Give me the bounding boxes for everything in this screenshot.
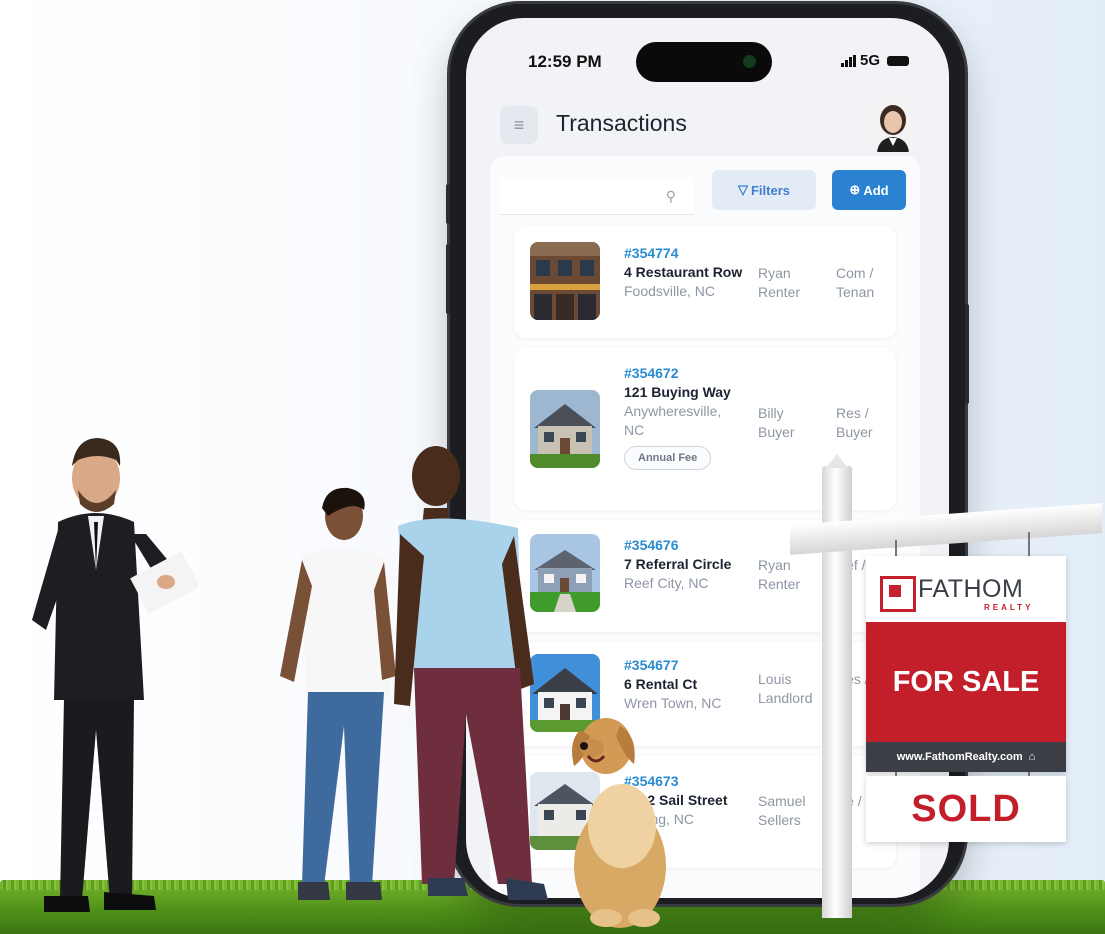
- sign-brand-name: FATHOM: [918, 575, 1024, 603]
- dog-figure: [572, 718, 666, 928]
- transaction-city: Foodsville, NC: [624, 283, 716, 299]
- dynamic-island: [636, 42, 772, 82]
- page-title: Transactions: [556, 110, 687, 136]
- search-icon: ⚲: [665, 188, 676, 204]
- search-input[interactable]: ⚲: [500, 178, 694, 215]
- transaction-street: 4 Restaurant Row: [624, 264, 743, 280]
- network-label: 5G: [859, 52, 880, 69]
- plus-circle-icon: ⊕: [849, 182, 861, 197]
- transaction-id[interactable]: #354677: [624, 656, 744, 675]
- user-avatar-icon: [871, 100, 915, 152]
- sign-headline: FOR SALE: [866, 622, 1066, 742]
- phone-mute-button: [446, 184, 450, 224]
- filters-button[interactable]: ▽ Filters: [712, 170, 816, 210]
- add-label: Add: [863, 182, 889, 198]
- transaction-street: 7 Referral Circle: [624, 556, 732, 572]
- transaction-city: Anywheresville, NC: [624, 403, 722, 438]
- transaction-id[interactable]: #354676: [624, 536, 744, 555]
- status-time: 12:59 PM: [528, 52, 602, 71]
- man-figure: [394, 446, 548, 900]
- transaction-id[interactable]: #354774: [624, 244, 744, 263]
- sign-hook: [1028, 532, 1030, 556]
- filters-label: Filters: [750, 182, 790, 198]
- status-signal: 5G: [840, 52, 909, 69]
- woman-figure: [280, 487, 396, 900]
- sign-brand-sub: REALTY: [984, 603, 1034, 612]
- annual-fee-badge: Annual Fee: [624, 446, 712, 470]
- signal-bars-icon: [840, 54, 856, 67]
- equal-housing-icon: ⌂: [1028, 751, 1036, 763]
- status-bar: 12:59 PM 5G: [466, 18, 949, 98]
- sign-url-bar: www.FathomRealty.com ⌂: [866, 742, 1066, 772]
- transaction-person: Ryan Renter: [758, 265, 801, 300]
- filter-icon: ▽: [737, 182, 748, 197]
- property-thumbnail: [530, 242, 600, 320]
- phone-volume-button: [446, 244, 450, 314]
- user-avatar[interactable]: [871, 100, 915, 152]
- phone-power-button: [965, 304, 969, 404]
- menu-button[interactable]: ≡: [500, 106, 538, 144]
- transaction-city: Reef City, NC: [624, 575, 709, 591]
- sign-hook: [895, 540, 897, 556]
- battery-icon: [887, 55, 909, 66]
- transaction-type: Com / Tenan: [836, 265, 875, 300]
- transaction-info: #354677 6 Rental Ct Wren Town, NC: [624, 656, 744, 713]
- transaction-street: 121 Buying Way: [624, 384, 731, 400]
- sold-rider: SOLD: [866, 776, 1066, 842]
- transaction-type: Res / Buyer: [836, 405, 873, 440]
- app-bar: ≡ Transactions: [466, 98, 949, 162]
- transaction-id[interactable]: #354672: [624, 364, 744, 383]
- transaction-person: Samuel Sellers: [758, 793, 806, 828]
- hamburger-icon: ≡: [513, 114, 525, 135]
- fathom-logo-icon: [880, 576, 916, 612]
- transaction-person: Ryan Renter: [758, 557, 801, 592]
- transaction-person: Louis Landlord: [758, 671, 813, 706]
- transaction-info: #354672 121 Buying Way Anywheresville, N…: [624, 364, 744, 470]
- for-sale-sign: FATHOM REALTY FOR SALE www.FathomRealty.…: [866, 556, 1066, 772]
- sign-brand: FATHOM REALTY: [866, 566, 1066, 626]
- transaction-person: Billy Buyer: [758, 405, 795, 440]
- realtor-figure: [32, 438, 198, 912]
- transaction-row[interactable]: #354774 4 Restaurant Row Foodsville, NC …: [514, 226, 896, 338]
- transaction-info: #354676 7 Referral Circle Reef City, NC: [624, 536, 744, 593]
- transaction-street: 6 Rental Ct: [624, 676, 698, 692]
- transaction-info: #354774 4 Restaurant Row Foodsville, NC: [624, 244, 744, 301]
- sign-url: www.FathomRealty.com: [896, 751, 1023, 763]
- add-button[interactable]: ⊕ Add: [832, 170, 906, 210]
